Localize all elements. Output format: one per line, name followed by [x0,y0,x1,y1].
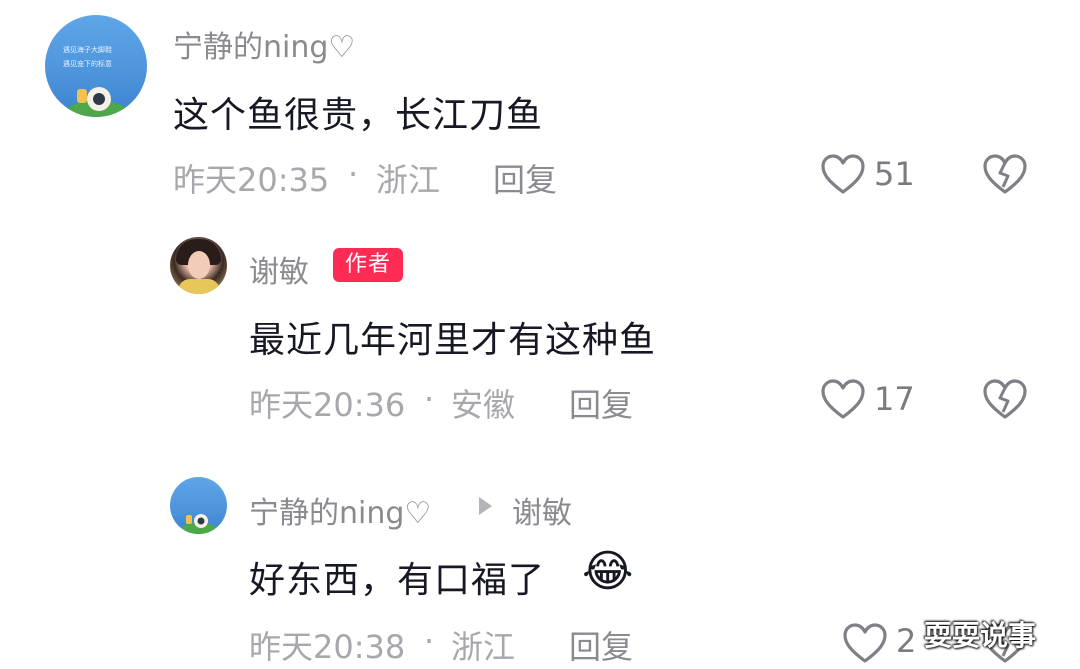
avatar-author-shirt [178,279,220,294]
commenter-username[interactable]: 宁静的ning♡ [249,488,431,532]
reply-to-username[interactable]: 谢敏 [512,488,572,532]
reply-button[interactable]: 回复 [569,380,633,426]
comment-text: 好东西，有口福了 [249,560,546,601]
like-count: 51 [874,155,915,193]
heart-icon[interactable] [842,623,888,665]
author-username[interactable]: 谢敏 [249,247,309,291]
avatar-commenter-1[interactable] [170,477,227,534]
comment-time: 昨天20:38 [249,628,406,666]
avatar-figure-icon [67,87,127,117]
heart-icon[interactable] [820,154,866,196]
avatar-figure-icon [181,514,217,533]
like-count: 17 [874,380,915,418]
avatar-commenter-1[interactable]: 遇见海子大脚鞋 遇见宠下的标意 [45,15,147,117]
comment-location: 安徽 [451,386,516,424]
comment-time: 昨天20:35 [173,161,330,199]
avatar-author[interactable] [170,237,227,294]
watermark-text: 耍耍说事 [924,619,1037,652]
dislike-broken-heart-icon[interactable] [982,154,1028,196]
dislike-broken-heart-icon[interactable] [982,379,1028,421]
reply-button[interactable]: 回复 [493,155,557,201]
comment-location: 浙江 [451,628,516,666]
comment-location: 浙江 [376,161,441,199]
reply-arrow-icon [479,497,492,515]
like-count: 2 [896,622,917,660]
reply-button[interactable]: 回复 [569,622,633,668]
avatar-author-face [188,251,210,279]
laughing-emoji-icon: 😂 [582,546,634,597]
commenter-username[interactable]: 宁静的ning♡ [173,22,355,66]
meta-separator: · [348,155,359,193]
comment-time: 昨天20:36 [249,386,406,424]
heart-icon[interactable] [820,379,866,421]
meta-separator: · [424,622,435,660]
comment-text: 这个鱼很贵，长江刀鱼 [173,95,544,136]
avatar-text-line-2: 遇见宠下的标意 [63,60,112,68]
comment-text: 最近几年河里才有这种鱼 [249,320,657,361]
avatar-text-line-1: 遇见海子大脚鞋 [63,46,112,54]
author-badge: 作者 [333,248,404,282]
meta-separator: · [424,380,435,418]
